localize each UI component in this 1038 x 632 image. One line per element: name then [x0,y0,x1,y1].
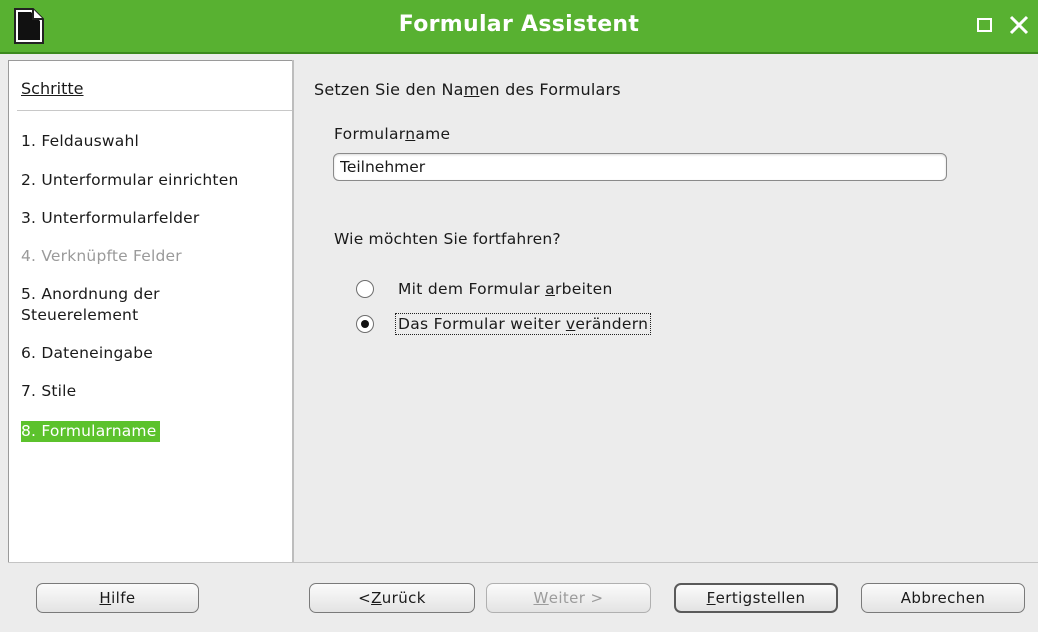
step-label: 6. Dateneingabe [21,344,153,362]
step-label-line2: Steuerelement [21,306,139,324]
radio-button[interactable] [356,315,374,333]
close-icon[interactable] [1006,12,1032,38]
step-label: 1. Feldauswahl [21,132,139,150]
steps-divider [17,110,293,111]
option-label: Mit dem Formular arbeiten [398,280,613,298]
radio-button[interactable] [356,280,374,298]
help-button[interactable]: Hilfe [36,583,199,613]
finish-button[interactable]: Fertigstellen [674,583,838,613]
wizard-window: Formular Assistent Schritte 1. Feldauswa… [0,0,1038,632]
step-label: 4. Verknüpfte Felder [21,247,182,265]
footer-divider [8,562,1038,563]
form-name-label: Formularname [334,125,451,143]
steps-panel: Schritte 1. Feldauswahl 2. Unterformular … [8,60,293,563]
step-item: 4. Verknüpfte Felder [21,246,182,267]
content-panel: Setzen Sie den Namen des Formulars Formu… [294,60,1038,562]
step-item[interactable]: 3. Unterformularfelder [21,208,199,229]
step-item[interactable]: 7. Stile [21,381,76,402]
continue-question: Wie möchten Sie fortfahren? [334,230,561,248]
step-label: 7. Stile [21,382,77,400]
step-label: 8. Formularname [21,422,157,440]
steps-heading: Schritte [21,79,84,98]
step-label: 5. Anordnung der [21,285,160,303]
step-item[interactable]: 5. Anordnung der Steuerelement [21,284,160,326]
step-item[interactable]: 1. Feldauswahl [21,131,139,152]
step-label: 2. Unterformular einrichten [21,171,239,189]
window-title: Formular Assistent [398,12,640,37]
title-bar[interactable]: Formular Assistent [0,0,1038,54]
back-button[interactable]: < Zurück [309,583,475,613]
option-label: Das Formular weiter verändern [395,313,652,335]
maximize-icon[interactable] [972,12,998,38]
cancel-button[interactable]: Abbrechen [861,583,1025,613]
step-item[interactable]: 8. Formularname [21,421,161,442]
form-name-input[interactable] [333,153,947,181]
step-label: 3. Unterformularfelder [21,209,200,227]
next-button[interactable]: Weiter > [486,583,651,613]
page-title: Setzen Sie den Namen des Formulars [314,80,621,99]
step-item[interactable]: 6. Dateneingabe [21,343,153,364]
option-work-with-form[interactable]: Mit dem Formular arbeiten [356,277,615,301]
step-item[interactable]: 2. Unterformular einrichten [21,170,238,191]
option-modify-form[interactable]: Das Formular weiter verändern [356,312,652,336]
